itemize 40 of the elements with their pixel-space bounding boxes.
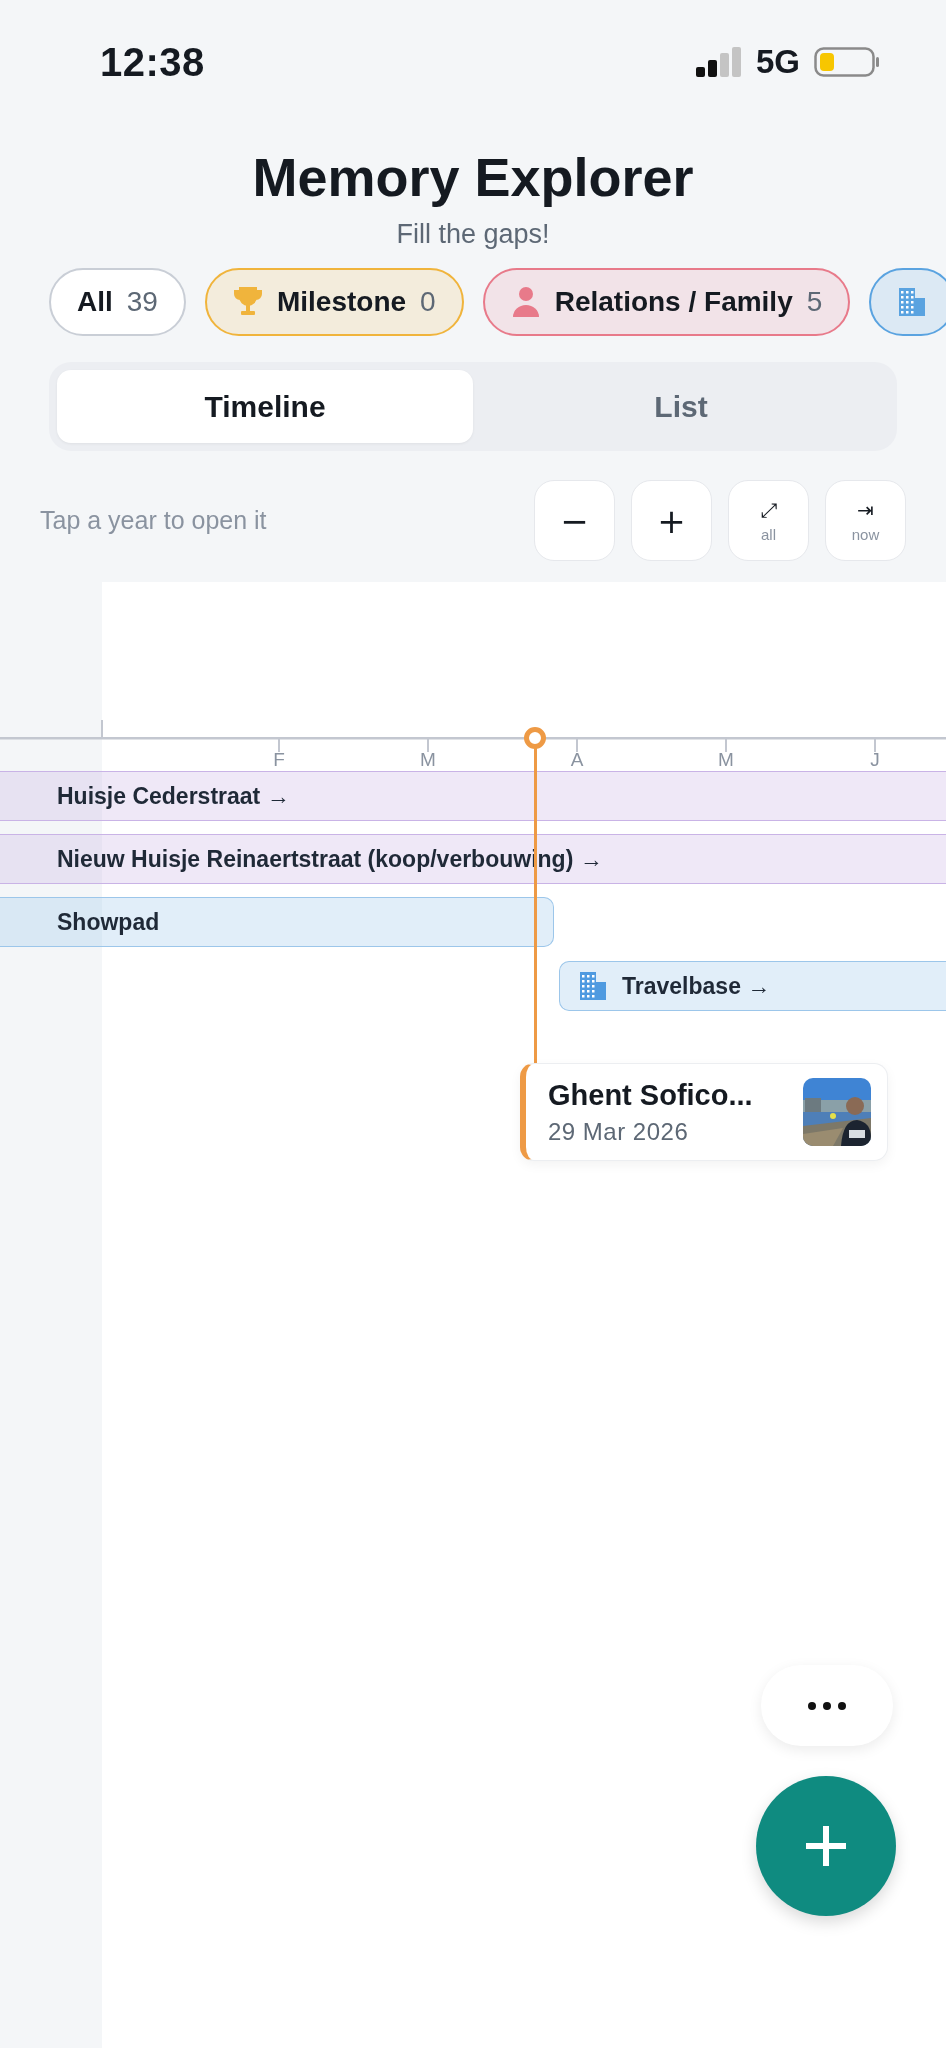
month-label: J [869, 750, 881, 770]
plus-icon [806, 1826, 846, 1866]
app-title: Memory Explorer [251, 146, 695, 208]
axis-tick [277, 738, 281, 752]
month-label: M [717, 750, 735, 770]
event-card[interactable]: Ghent Sofico... 29 Mar 2026 [520, 1063, 888, 1161]
fit-all-button[interactable]: ⤢ all [728, 480, 809, 561]
trophy-icon [232, 286, 263, 318]
event-bar[interactable]: Huisje Cederstraat → [0, 771, 946, 821]
month-label: F [272, 750, 286, 770]
building-icon [897, 286, 928, 318]
view-tab[interactable]: List [473, 370, 889, 443]
axis-tick [873, 738, 877, 752]
now-marker [523, 726, 547, 750]
clock-time: 12:38 [100, 39, 205, 85]
axis-tick [724, 738, 728, 752]
month-label: A [569, 750, 585, 770]
event-title: Ghent Sofico... [548, 1078, 753, 1112]
view-tab[interactable]: Timeline [57, 370, 473, 443]
more-icon [807, 1700, 847, 1711]
jump-now-button[interactable]: ⇥ now [825, 480, 906, 561]
filter-chip[interactable]: All 39 [49, 268, 186, 336]
month-label: M [419, 750, 437, 770]
zoom-out-button[interactable]: − [534, 480, 615, 561]
person-icon [510, 286, 541, 318]
battery-icon [814, 47, 880, 77]
zoom-in-button[interactable]: + [631, 480, 712, 561]
building-icon [578, 970, 608, 1002]
filter-chip[interactable] [869, 268, 946, 336]
event-bar[interactable]: Showpad [0, 897, 554, 947]
signal-icon [695, 47, 742, 77]
axis-tick [426, 738, 430, 752]
hint-text: Tap a year to open it [40, 506, 267, 535]
filter-chip[interactable]: Relations / Family 5 [482, 268, 851, 336]
event-date: 29 Mar 2026 [548, 1117, 690, 1146]
filter-chip[interactable]: Milestone 0 [204, 268, 464, 336]
subtitle: Fill the gaps! [395, 218, 551, 250]
axis-tick [575, 738, 579, 752]
network-label: 5G [755, 43, 800, 81]
event-bar[interactable]: Travelbase → [559, 961, 946, 1011]
